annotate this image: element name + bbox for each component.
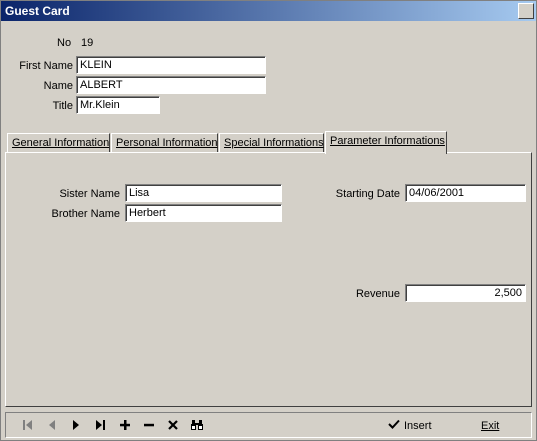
- brother-name-label: Brother Name: [51, 208, 120, 220]
- minus-icon[interactable]: [139, 416, 159, 436]
- no-value: 19: [81, 37, 94, 49]
- navigation-toolbar: Insert Exit: [5, 412, 532, 438]
- revenue-field[interactable]: 2,500: [405, 284, 526, 302]
- name-field[interactable]: ALBERT: [76, 76, 266, 94]
- insert-button[interactable]: Insert: [388, 416, 432, 436]
- title-button[interactable]: [518, 3, 534, 19]
- prev-record-icon[interactable]: [42, 416, 62, 436]
- first-record-icon[interactable]: [18, 416, 38, 436]
- tab-label: Personal Information: [116, 137, 218, 149]
- guest-card-window: Guest Card No 19 First Name KLEIN Name A…: [0, 0, 537, 441]
- starting-date-label: Starting Date: [335, 188, 400, 200]
- revenue-label: Revenue: [355, 288, 400, 300]
- sister-name-field[interactable]: Lisa: [125, 184, 282, 202]
- exit-button[interactable]: Exit: [481, 416, 499, 436]
- binoculars-icon[interactable]: [187, 416, 207, 436]
- last-record-icon[interactable]: [90, 416, 110, 436]
- title-bar[interactable]: Guest Card: [1, 1, 536, 21]
- checkmark-icon: [388, 416, 400, 436]
- x-icon[interactable]: [163, 416, 183, 436]
- first-name-label: First Name: [19, 60, 73, 72]
- plus-icon[interactable]: [115, 416, 135, 436]
- tab-label: General Information: [12, 137, 110, 149]
- tab-general-information[interactable]: General Information: [7, 133, 110, 152]
- title-label: Title: [52, 100, 73, 112]
- name-label: Name: [43, 80, 73, 92]
- tab-label: Special Informations: [224, 137, 324, 149]
- tab-parameter-informations[interactable]: Parameter Informations: [325, 131, 447, 154]
- exit-label: Exit: [481, 420, 500, 432]
- sister-name-label: Sister Name: [59, 188, 120, 200]
- window-title: Guest Card: [5, 4, 70, 18]
- tab-special-informations[interactable]: Special Informations: [219, 133, 324, 152]
- tab-personal-information[interactable]: Personal Information: [111, 133, 218, 152]
- brother-name-field[interactable]: Herbert: [125, 204, 282, 222]
- title-field[interactable]: Mr.Klein: [76, 96, 160, 114]
- tab-panel: Sister Name Lisa Brother Name Herbert St…: [5, 152, 532, 407]
- first-name-field[interactable]: KLEIN: [76, 56, 266, 74]
- no-label: No: [57, 37, 72, 49]
- starting-date-field[interactable]: 04/06/2001: [405, 184, 526, 202]
- insert-label: Insert: [404, 420, 432, 432]
- tab-label: Parameter Informations: [330, 135, 445, 147]
- next-record-icon[interactable]: [66, 416, 86, 436]
